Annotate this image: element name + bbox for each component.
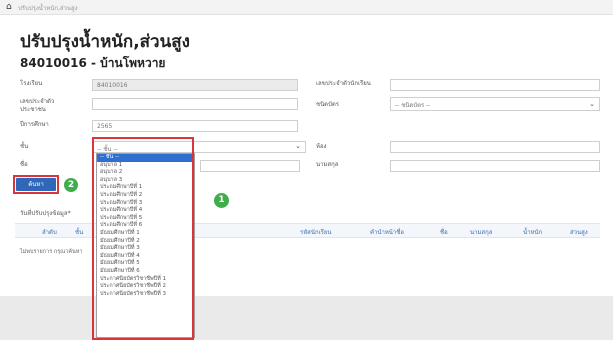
- card-type-label: ชนิดบัตร: [316, 101, 339, 108]
- surname-field[interactable]: [390, 160, 600, 172]
- room-label: ห้อง: [316, 143, 327, 150]
- student-no-field[interactable]: [390, 79, 600, 91]
- update-date-label: วันที่ปรับปรุงข้อมูล*: [20, 210, 71, 217]
- card-type-select[interactable]: -- ชนิดบัตร -- ⌄: [390, 97, 600, 111]
- school-subtitle: 84010016 - บ้านโพหวาย: [20, 56, 166, 70]
- col-seq[interactable]: ลำดับ: [42, 227, 57, 237]
- search-button-highlight: [13, 175, 59, 194]
- year-label: ปีการศึกษา: [20, 121, 49, 128]
- col-weight[interactable]: น้ำหนัก: [523, 227, 542, 237]
- name-label: ชื่อ: [20, 161, 28, 168]
- school-label: โรงเรียน: [20, 80, 43, 87]
- col-surname[interactable]: นามสกุล: [470, 227, 492, 237]
- page-title: ปรับปรุงน้ำหนัก,ส่วนสูง: [20, 32, 190, 52]
- chevron-down-icon: ⌄: [589, 100, 595, 108]
- school-field: 84010016: [92, 79, 298, 91]
- col-name[interactable]: ชื่อ: [440, 227, 448, 237]
- breadcrumb-bar: ⌂ ปรับปรุงน้ำหนัก,ส่วนสูง: [0, 0, 613, 15]
- step-1-badge: 1: [214, 193, 229, 208]
- col-height[interactable]: ส่วนสูง: [570, 227, 588, 237]
- citizen-id-field[interactable]: [92, 98, 298, 110]
- citizen-id-label: เลขประจำตัวประชาชน: [20, 98, 55, 113]
- empty-table-message: ไม่พบรายการ กรุณาค้นหา: [20, 249, 83, 255]
- dropdown-highlight: [92, 137, 194, 340]
- surname-label: นามสกุล: [316, 161, 339, 168]
- step-2-badge: 2: [64, 178, 78, 192]
- col-student-id[interactable]: รหัสนักเรียน: [300, 227, 331, 237]
- col-class[interactable]: ชั้น: [75, 227, 83, 237]
- col-prefix[interactable]: คำนำหน้าชื่อ: [370, 227, 404, 237]
- chevron-down-icon: ⌄: [295, 142, 301, 150]
- breadcrumb[interactable]: ปรับปรุงน้ำหนัก,ส่วนสูง: [18, 3, 78, 13]
- student-no-label: เลขประจำตัวนักเรียน: [316, 80, 371, 87]
- room-field[interactable]: [390, 141, 600, 153]
- year-field[interactable]: 2565: [92, 120, 298, 132]
- class-label: ชั้น: [20, 143, 29, 150]
- home-icon[interactable]: ⌂: [6, 2, 12, 12]
- name-field[interactable]: [200, 160, 300, 172]
- card-type-value: -- ชนิดบัตร --: [395, 102, 431, 109]
